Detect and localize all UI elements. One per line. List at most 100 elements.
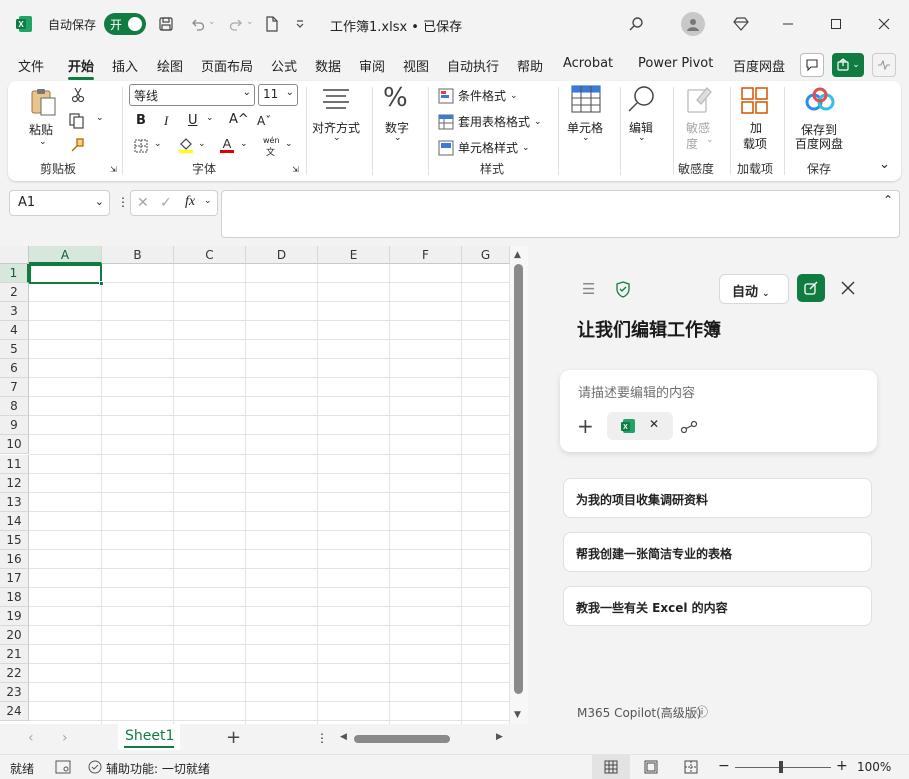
confirm-formula-icon[interactable]: ✓ — [160, 195, 172, 211]
conditional-format-button[interactable]: 条件格式 ⌄ — [438, 87, 518, 104]
copy-icon[interactable] — [68, 113, 86, 129]
tab-insert[interactable]: 插入 — [112, 56, 138, 75]
cancel-formula-icon[interactable]: ✕ — [137, 195, 149, 211]
borders-chevron-icon[interactable]: ⌄ — [154, 139, 162, 149]
share-button[interactable]: ⌄ — [832, 53, 864, 77]
undo-icon[interactable] — [186, 12, 210, 36]
row-header-9[interactable]: 9 — [0, 416, 29, 436]
addins-icon[interactable] — [740, 86, 770, 116]
row-header-12[interactable]: 12 — [0, 473, 29, 493]
scroll-left-icon[interactable]: ◀ — [340, 732, 347, 742]
vertical-scroll-thumb[interactable] — [514, 264, 523, 694]
scroll-down-icon[interactable]: ▼ — [514, 710, 521, 720]
font-color-icon[interactable]: A — [218, 136, 236, 154]
bold-button[interactable]: B — [136, 113, 146, 128]
zoom-out-icon[interactable]: − — [718, 758, 730, 774]
fill-handle[interactable] — [99, 281, 104, 286]
row-header-1[interactable]: 1 — [0, 264, 29, 284]
minimize-icon[interactable] — [776, 12, 800, 36]
accessibility-icon[interactable] — [88, 760, 102, 774]
info-icon[interactable]: ⓘ — [696, 703, 708, 720]
row-header-2[interactable]: 2 — [0, 283, 29, 303]
next-sheet-icon[interactable]: › — [62, 730, 68, 746]
macro-record-icon[interactable] — [55, 760, 71, 774]
row-header-10[interactable]: 10 — [0, 435, 29, 455]
row-header-5[interactable]: 5 — [0, 340, 29, 360]
add-attachment-icon[interactable]: + — [577, 414, 594, 438]
tab-home[interactable]: 开始 — [68, 56, 95, 80]
zoom-level[interactable]: 100% — [857, 760, 891, 774]
italic-button[interactable]: I — [164, 113, 168, 129]
tab-help[interactable]: 帮助 — [517, 56, 543, 75]
save-icon[interactable] — [154, 12, 178, 36]
format-as-table-button[interactable]: 套用表格格式 ⌄ — [438, 113, 542, 130]
diamond-icon[interactable] — [729, 12, 753, 36]
activity-icon[interactable] — [872, 53, 896, 77]
active-cell[interactable] — [29, 264, 102, 284]
tab-review[interactable]: 审阅 — [359, 56, 385, 75]
mode-select[interactable]: 自动 ⌄ — [719, 274, 789, 304]
prompt-placeholder[interactable]: 请描述要编辑的内容 — [578, 382, 695, 401]
percent-icon[interactable]: % — [383, 83, 408, 113]
row-header-16[interactable]: 16 — [0, 549, 29, 569]
number-chevron-icon[interactable]: ⌄ — [394, 133, 402, 143]
workbook-chip[interactable]: X ✕ — [607, 412, 673, 440]
font-size-select[interactable]: 11 ⌄ — [258, 84, 298, 106]
underline-button[interactable]: U — [188, 113, 198, 128]
cell-styles-button[interactable]: 单元格样式 ⌄ — [438, 139, 530, 156]
row-header-24[interactable]: 24 — [0, 702, 29, 722]
phonetic-chevron-icon[interactable]: ⌄ — [285, 139, 293, 149]
formula-more-icon[interactable]: ⋮ — [117, 195, 129, 209]
suggestion-card[interactable]: 为我的项目收集调研资料 — [563, 478, 872, 518]
prev-sheet-icon[interactable]: ‹ — [28, 730, 34, 746]
suggestion-card[interactable]: 帮我创建一张简洁专业的表格 — [563, 532, 872, 572]
fill-color-chevron-icon[interactable]: ⌄ — [198, 139, 206, 149]
column-header-g[interactable]: G — [462, 246, 510, 264]
font-name-select[interactable]: 等线 ⌄ — [129, 84, 255, 106]
row-header-20[interactable]: 20 — [0, 625, 29, 645]
name-box[interactable]: A1 ⌄ — [9, 190, 110, 216]
underline-chevron-icon[interactable]: ⌄ — [206, 113, 214, 123]
row-header-13[interactable]: 13 — [0, 492, 29, 512]
tab-view[interactable]: 视图 — [403, 56, 429, 75]
prompt-box[interactable]: 请描述要编辑的内容 + X ✕ — [560, 370, 877, 452]
ribbon-collapse-icon[interactable]: ⌄ — [879, 157, 890, 172]
tab-formulas[interactable]: 公式 — [271, 56, 297, 75]
phonetic-bottom[interactable]: 文 — [266, 145, 275, 158]
page-layout-view-icon[interactable] — [644, 760, 658, 774]
row-header-15[interactable]: 15 — [0, 530, 29, 550]
addins-label-2[interactable]: 载项 — [743, 135, 767, 152]
maximize-icon[interactable] — [824, 12, 848, 36]
normal-view-button[interactable] — [592, 755, 630, 779]
cells-icon[interactable] — [571, 85, 601, 113]
new-file-icon[interactable] — [260, 12, 284, 36]
customize-qat-icon[interactable] — [288, 12, 312, 36]
row-header-8[interactable]: 8 — [0, 397, 29, 417]
shield-icon[interactable] — [615, 281, 631, 298]
tab-page-layout[interactable]: 页面布局 — [201, 56, 253, 75]
remove-chip-icon[interactable]: ✕ — [649, 417, 659, 431]
tab-baidu-netdisk[interactable]: 百度网盘 — [733, 56, 785, 75]
row-header-6[interactable]: 6 — [0, 359, 29, 379]
font-color-chevron-icon[interactable]: ⌄ — [240, 139, 248, 149]
row-header-19[interactable]: 19 — [0, 606, 29, 626]
zoom-slider-track[interactable] — [735, 767, 831, 768]
sheet-options-icon[interactable]: ⋮ — [316, 731, 328, 745]
cut-icon[interactable] — [70, 87, 86, 103]
title-chevron-icon[interactable]: ⌄ — [452, 16, 461, 29]
undo-dropdown-icon[interactable]: ⌄ — [208, 17, 216, 27]
row-header-18[interactable]: 18 — [0, 587, 29, 607]
fill-color-icon[interactable] — [177, 136, 195, 154]
suggestion-card[interactable]: 教我一些有关 Excel 的内容 — [563, 586, 872, 626]
editing-search-icon[interactable] — [626, 84, 656, 114]
copilot-menu-icon[interactable]: ☰ — [582, 280, 595, 298]
close-pane-icon[interactable] — [841, 281, 855, 295]
tab-automate[interactable]: 自动执行 — [447, 56, 499, 75]
tab-acrobat[interactable]: Acrobat — [563, 56, 613, 71]
editing-chevron-icon[interactable]: ⌄ — [638, 133, 646, 143]
redo-icon[interactable] — [224, 12, 248, 36]
row-header-17[interactable]: 17 — [0, 568, 29, 588]
row-header-3[interactable]: 3 — [0, 302, 29, 322]
formula-collapse-icon[interactable]: ⌃ — [883, 193, 893, 207]
scroll-up-icon[interactable]: ▲ — [514, 250, 521, 260]
